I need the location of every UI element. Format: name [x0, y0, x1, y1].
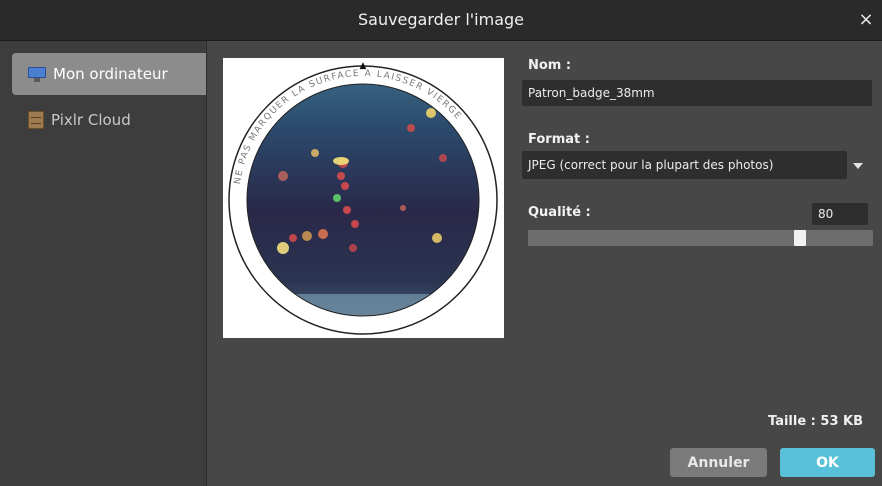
sidebar-item-computer[interactable]: Mon ordinateur	[12, 53, 206, 95]
cancel-button[interactable]: Annuler	[670, 448, 767, 477]
badge-preview-image: NE PAS MARQUER LA SURFACE A LAISSER VIER…	[228, 61, 498, 335]
chevron-down-icon[interactable]	[851, 160, 865, 172]
quality-label: Qualité :	[528, 205, 591, 220]
sidebar-item-label: Pixlr Cloud	[51, 111, 131, 129]
cabinet-icon	[28, 111, 44, 129]
quality-slider-thumb[interactable]	[794, 230, 806, 246]
monitor-icon	[28, 66, 46, 82]
ok-button[interactable]: OK	[780, 448, 875, 477]
name-input[interactable]: Patron_badge_38mm	[522, 80, 872, 106]
dialog-titlebar: Sauvegarder l'image ×	[0, 0, 882, 41]
image-preview: NE PAS MARQUER LA SURFACE A LAISSER VIER…	[223, 58, 504, 338]
quality-input[interactable]: 80	[812, 203, 868, 225]
format-label: Format :	[528, 132, 590, 147]
format-select[interactable]: JPEG (correct pour la plupart des photos…	[522, 151, 847, 179]
name-label: Nom :	[528, 58, 572, 73]
sidebar-item-label: Mon ordinateur	[53, 65, 168, 83]
close-icon[interactable]: ×	[854, 0, 878, 40]
sidebar-item-cloud[interactable]: Pixlr Cloud	[12, 99, 206, 141]
dialog-title: Sauvegarder l'image	[357, 10, 524, 29]
destination-sidebar: Mon ordinateur Pixlr Cloud	[0, 41, 207, 486]
top-marker-icon: ▲	[360, 61, 367, 71]
quality-slider[interactable]	[528, 230, 873, 246]
file-size-text: Taille : 53 KB	[768, 414, 863, 429]
